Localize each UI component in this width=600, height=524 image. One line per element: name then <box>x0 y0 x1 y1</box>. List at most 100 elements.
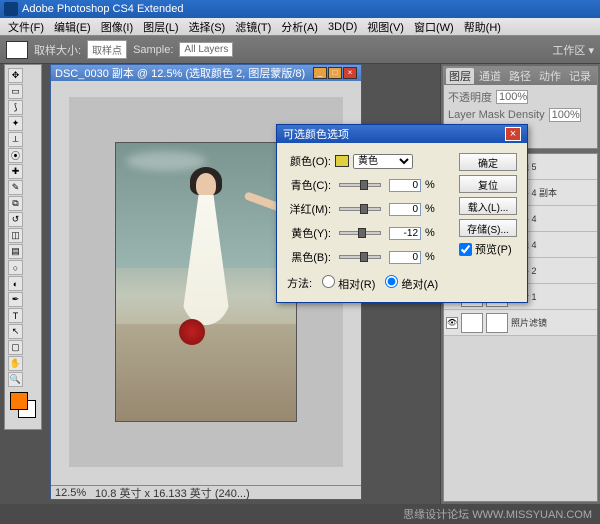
color-swatches <box>8 392 38 426</box>
visibility-icon[interactable]: 👁 <box>446 317 458 329</box>
slider-value[interactable] <box>389 203 421 216</box>
workspace-switcher[interactable]: 工作区 ▾ <box>552 42 594 58</box>
menu-select[interactable]: 选择(S) <box>185 19 230 35</box>
slider-value[interactable] <box>389 227 421 240</box>
document-statusbar: 12.5% 10.8 英寸 x 16.133 英寸 (240...) <box>51 485 361 499</box>
slider-track[interactable] <box>339 231 381 235</box>
eraser-tool-icon[interactable]: ◫ <box>8 228 23 243</box>
crop-tool-icon[interactable]: ⟂ <box>8 132 23 147</box>
app-titlebar: Adobe Photoshop CS4 Extended <box>0 0 600 18</box>
watermark-bar: 思缘设计论坛 WWW.MISSYUAN.COM <box>0 504 600 524</box>
wand-tool-icon[interactable]: ✦ <box>8 116 23 131</box>
slider-label: 青色(C): <box>287 177 331 193</box>
slider-label: 黑色(B): <box>287 249 331 265</box>
gradient-tool-icon[interactable]: ▤ <box>8 244 23 259</box>
tab-layers[interactable]: 图层 <box>446 68 474 84</box>
menu-window[interactable]: 窗口(W) <box>410 19 458 35</box>
density-field[interactable]: 100% <box>549 108 581 122</box>
sample-label: Sample: <box>133 44 173 56</box>
slider-row: 青色(C): % <box>287 177 437 193</box>
sample-layers-field[interactable]: All Layers <box>179 42 233 57</box>
opacity-field[interactable]: 100% <box>496 90 528 104</box>
color-label: 颜色(O): <box>287 153 331 169</box>
save-button[interactable]: 存储(S)... <box>459 219 517 237</box>
options-bar: 取样大小: 取样点 Sample: All Layers 工作区 ▾ <box>0 36 600 64</box>
cancel-button[interactable]: 复位 <box>459 175 517 193</box>
slider-label: 洋红(M): <box>287 201 331 217</box>
maximize-icon[interactable]: □ <box>328 67 342 79</box>
menu-image[interactable]: 图像(I) <box>97 19 137 35</box>
tab-paths[interactable]: 路径 <box>506 68 534 84</box>
move-tool-icon[interactable]: ✥ <box>8 68 23 83</box>
path-tool-icon[interactable]: ↖ <box>8 324 23 339</box>
panel-tabs: 图层 通道 路径 动作 记录 <box>444 67 597 85</box>
blur-tool-icon[interactable]: ○ <box>8 260 23 275</box>
foreground-color[interactable] <box>10 392 28 410</box>
menu-view[interactable]: 视图(V) <box>363 19 408 35</box>
sample-size-field[interactable]: 取样点 <box>87 40 127 59</box>
menu-3d[interactable]: 3D(D) <box>324 21 361 33</box>
slider-track[interactable] <box>339 255 381 259</box>
menu-analysis[interactable]: 分析(A) <box>277 19 322 35</box>
minimize-icon[interactable]: _ <box>313 67 327 79</box>
layer-row[interactable]: 👁 照片滤镜 <box>444 310 597 336</box>
tab-channels[interactable]: 通道 <box>476 68 504 84</box>
doc-dimensions: 10.8 英寸 x 16.133 英寸 (240...) <box>95 485 250 501</box>
zoom-tool-icon[interactable]: 🔍 <box>8 372 23 387</box>
slider-track[interactable] <box>339 183 381 187</box>
hand-tool-icon[interactable]: ✋ <box>8 356 23 371</box>
slider-row: 洋红(M): % <box>287 201 437 217</box>
dodge-tool-icon[interactable]: ◐ <box>8 276 23 291</box>
density-label: Layer Mask Density <box>448 109 545 121</box>
mask-thumbnail[interactable] <box>486 313 508 333</box>
tab-actions[interactable]: 动作 <box>536 68 564 84</box>
dialog-close-icon[interactable]: × <box>505 127 521 141</box>
layer-thumbnail[interactable] <box>461 313 483 333</box>
percent-label: % <box>425 203 437 215</box>
heal-tool-icon[interactable]: ✚ <box>8 164 23 179</box>
document-titlebar[interactable]: DSC_0030 副本 @ 12.5% (选取颜色 2, 图层蒙版/8) _ □… <box>51 65 361 81</box>
load-button[interactable]: 载入(L)... <box>459 197 517 215</box>
selective-color-dialog: 可选颜色选项 × 颜色(O): 黄色 青色(C): %洋红(M): %黄色(Y)… <box>276 124 528 303</box>
ok-button[interactable]: 确定 <box>459 153 517 171</box>
preview-checkbox[interactable]: 预览(P) <box>459 241 517 257</box>
method-label: 方法: <box>287 275 312 292</box>
layer-name[interactable]: 照片滤镜 <box>511 316 595 329</box>
marquee-tool-icon[interactable]: ▭ <box>8 84 23 99</box>
pen-tool-icon[interactable]: ✒ <box>8 292 23 307</box>
app-icon <box>4 2 18 16</box>
work-area: ✥ ▭ ⟆ ✦ ⟂ ⦿ ✚ ✎ ⧉ ↺ ◫ ▤ ○ ◐ ✒ T ↖ ▢ ✋ 🔍 … <box>0 64 600 504</box>
menu-file[interactable]: 文件(F) <box>4 19 48 35</box>
tab-history[interactable]: 记录 <box>566 68 594 84</box>
opacity-label: 不透明度 <box>448 89 492 105</box>
brush-tool-icon[interactable]: ✎ <box>8 180 23 195</box>
history-tool-icon[interactable]: ↺ <box>8 212 23 227</box>
slider-row: 黄色(Y): % <box>287 225 437 241</box>
color-select[interactable]: 黄色 <box>353 154 413 169</box>
slider-track[interactable] <box>339 207 381 211</box>
slider-value[interactable] <box>389 179 421 192</box>
dialog-titlebar[interactable]: 可选颜色选项 × <box>277 125 527 143</box>
close-icon[interactable]: × <box>343 67 357 79</box>
photo-content <box>115 142 297 422</box>
toolbox: ✥ ▭ ⟆ ✦ ⟂ ⦿ ✚ ✎ ⧉ ↺ ◫ ▤ ○ ◐ ✒ T ↖ ▢ ✋ 🔍 <box>4 64 42 430</box>
menu-help[interactable]: 帮助(H) <box>460 19 505 35</box>
shape-tool-icon[interactable]: ▢ <box>8 340 23 355</box>
slider-value[interactable] <box>389 251 421 264</box>
type-tool-icon[interactable]: T <box>8 308 23 323</box>
relative-radio[interactable]: 相对(R) <box>322 275 375 292</box>
menu-layer[interactable]: 图层(L) <box>139 19 182 35</box>
eyedropper-tool-icon[interactable]: ⦿ <box>8 148 23 163</box>
percent-label: % <box>425 179 437 191</box>
menu-bar: 文件(F) 编辑(E) 图像(I) 图层(L) 选择(S) 滤镜(T) 分析(A… <box>0 18 600 36</box>
watermark-text: 思缘设计论坛 WWW.MISSYUAN.COM <box>403 506 592 522</box>
absolute-radio[interactable]: 绝对(A) <box>385 275 438 292</box>
stamp-tool-icon[interactable]: ⧉ <box>8 196 23 211</box>
slider-row: 黑色(B): % <box>287 249 437 265</box>
percent-label: % <box>425 227 437 239</box>
lasso-tool-icon[interactable]: ⟆ <box>8 100 23 115</box>
menu-edit[interactable]: 编辑(E) <box>50 19 95 35</box>
zoom-field[interactable]: 12.5% <box>55 487 95 499</box>
eyedropper-icon[interactable] <box>6 41 28 59</box>
menu-filter[interactable]: 滤镜(T) <box>231 19 275 35</box>
